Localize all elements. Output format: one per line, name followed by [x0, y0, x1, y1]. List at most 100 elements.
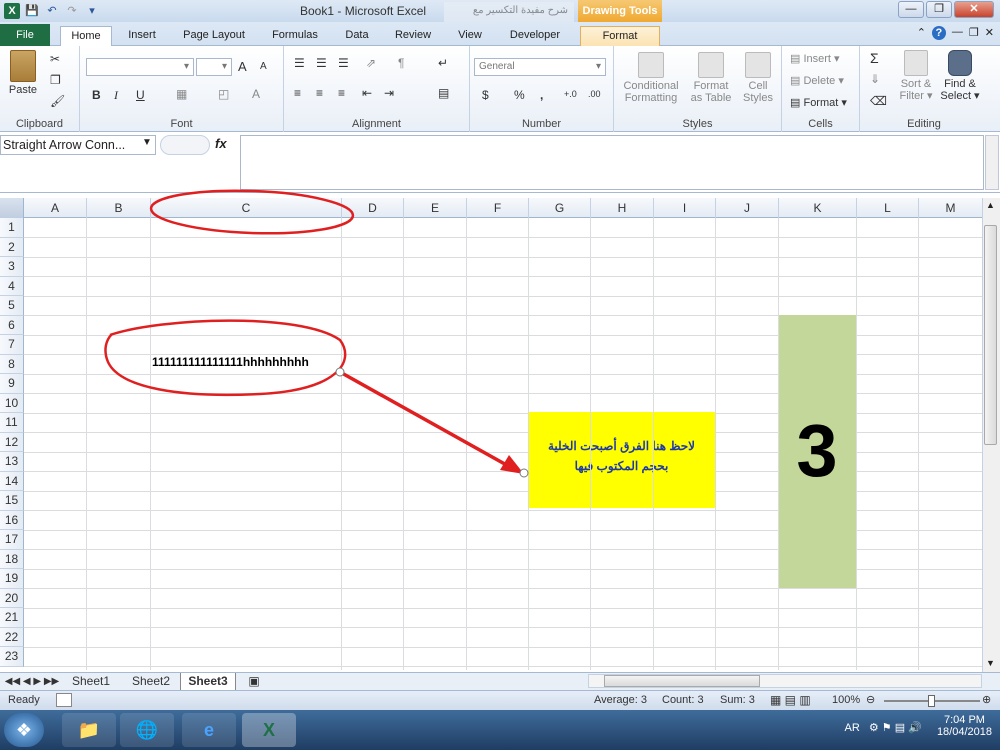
- tab-review[interactable]: Review: [390, 26, 436, 46]
- minimize-workbook-icon[interactable]: —: [952, 26, 963, 40]
- save-icon[interactable]: 💾: [24, 3, 40, 19]
- sheet-nav-buttons[interactable]: ◀◀ ◀ ▶ ▶▶: [4, 673, 60, 691]
- undo-icon[interactable]: ↶: [44, 3, 60, 19]
- excel-taskbar-icon[interactable]: X: [242, 713, 296, 747]
- fill-icon[interactable]: ⇓: [870, 72, 880, 86]
- cell-c8[interactable]: 111111111111111hhhhhhhhh: [152, 355, 309, 369]
- customize-qat-icon[interactable]: ▾: [84, 3, 100, 19]
- yellow-annotation-shape[interactable]: لاحظ هنا الفرق أصبحت الخلية بحجم المكتوب…: [528, 412, 715, 508]
- view-buttons[interactable]: ▦ ▤ ▥: [770, 693, 811, 707]
- text-direction-icon[interactable]: ¶: [398, 56, 404, 70]
- row-header-13[interactable]: 13: [0, 452, 24, 472]
- zoom-in-icon[interactable]: ⊕: [982, 693, 991, 706]
- clear-icon[interactable]: ⌫: [870, 94, 887, 108]
- row-header-6[interactable]: 6: [0, 315, 24, 335]
- tab-file[interactable]: File: [0, 24, 50, 46]
- collapse-ribbon-icon[interactable]: ⌃: [917, 26, 926, 40]
- font-name-combo[interactable]: ▾: [86, 58, 194, 76]
- language-indicator[interactable]: AR: [845, 722, 860, 734]
- row-header-17[interactable]: 17: [0, 530, 24, 550]
- new-sheet-icon[interactable]: ▣: [242, 673, 266, 691]
- underline-button[interactable]: U: [136, 88, 145, 102]
- fill-color-icon[interactable]: ◰: [218, 87, 229, 101]
- file-explorer-icon[interactable]: 📁: [62, 713, 116, 747]
- column-header-l[interactable]: L: [857, 198, 919, 218]
- row-header-22[interactable]: 22: [0, 627, 24, 647]
- column-header-f[interactable]: F: [467, 198, 529, 218]
- decrease-indent-icon[interactable]: ⇤: [362, 86, 372, 100]
- orientation-icon[interactable]: ⇗: [366, 56, 376, 70]
- restore-workbook-icon[interactable]: ❐: [969, 26, 979, 40]
- help-icon[interactable]: ?: [931, 26, 946, 40]
- start-button[interactable]: ❖: [4, 713, 44, 747]
- percent-button[interactable]: %: [514, 88, 525, 102]
- column-header-k[interactable]: K: [779, 198, 857, 218]
- column-header-g[interactable]: G: [529, 198, 591, 218]
- tab-page-layout[interactable]: Page Layout: [178, 26, 250, 46]
- column-header-h[interactable]: H: [591, 198, 654, 218]
- increase-decimal-button[interactable]: +.0: [564, 89, 577, 99]
- row-header-4[interactable]: 4: [0, 276, 24, 296]
- row-header-16[interactable]: 16: [0, 510, 24, 530]
- conditional-formatting-button[interactable]: Conditional Formatting: [618, 52, 684, 104]
- font-size-combo[interactable]: ▾: [196, 58, 232, 76]
- tab-format[interactable]: Format: [580, 26, 660, 46]
- macro-record-icon[interactable]: [56, 693, 72, 707]
- row-header-15[interactable]: 15: [0, 491, 24, 511]
- sheet-tab-sheet1[interactable]: Sheet1: [64, 673, 118, 691]
- column-header-i[interactable]: I: [654, 198, 716, 218]
- insert-function-button[interactable]: fx: [215, 136, 227, 151]
- delete-cells-button[interactable]: ▤ Delete ▾: [790, 74, 844, 87]
- close-workbook-icon[interactable]: ✕: [985, 26, 994, 40]
- currency-button[interactable]: $: [482, 88, 489, 102]
- row-header-5[interactable]: 5: [0, 296, 24, 316]
- cell-styles-button[interactable]: Cell Styles: [738, 52, 778, 104]
- column-header-e[interactable]: E: [404, 198, 467, 218]
- tray-icons[interactable]: ⚙ ⚑ ▤ 🔊: [869, 722, 922, 734]
- align-top-icon[interactable]: ☰: [294, 56, 305, 70]
- insert-cells-button[interactable]: ▤ Insert ▾: [790, 52, 840, 65]
- restore-button[interactable]: ❐: [926, 1, 952, 18]
- align-left-icon[interactable]: ≡: [294, 86, 301, 100]
- horizontal-scroll-thumb[interactable]: [604, 675, 760, 687]
- clock[interactable]: 7:04 PM 18/04/2018: [937, 714, 992, 738]
- row-header-18[interactable]: 18: [0, 549, 24, 569]
- tab-data[interactable]: Data: [337, 26, 377, 46]
- column-header-b[interactable]: B: [87, 198, 151, 218]
- shrink-font-button[interactable]: A: [260, 61, 267, 72]
- select-all-button[interactable]: [0, 198, 24, 218]
- zoom-out-icon[interactable]: ⊖: [866, 693, 875, 706]
- tab-developer[interactable]: Developer: [502, 26, 568, 46]
- increase-indent-icon[interactable]: ⇥: [384, 86, 394, 100]
- row-header-12[interactable]: 12: [0, 432, 24, 452]
- column-header-c[interactable]: C: [151, 198, 342, 218]
- column-header-m[interactable]: M: [919, 198, 982, 218]
- formula-input[interactable]: [240, 135, 984, 190]
- tab-formulas[interactable]: Formulas: [265, 26, 325, 46]
- row-header-1[interactable]: 1: [0, 218, 24, 238]
- cut-icon[interactable]: ✂: [50, 52, 60, 66]
- name-box[interactable]: Straight Arrow Conn...: [0, 135, 156, 155]
- autosum-button[interactable]: Σ: [870, 50, 879, 66]
- align-center-icon[interactable]: ≡: [316, 86, 323, 100]
- align-middle-icon[interactable]: ☰: [316, 56, 327, 70]
- excel-logo-icon[interactable]: X: [4, 3, 20, 19]
- borders-icon[interactable]: ▦: [176, 87, 187, 101]
- tab-view[interactable]: View: [450, 26, 490, 46]
- internet-explorer-icon[interactable]: e: [182, 713, 236, 747]
- row-header-9[interactable]: 9: [0, 374, 24, 394]
- zoom-slider-thumb[interactable]: [928, 695, 935, 707]
- row-header-10[interactable]: 10: [0, 393, 24, 413]
- redo-icon[interactable]: ↷: [64, 3, 80, 19]
- paste-button[interactable]: Paste: [6, 50, 40, 96]
- vertical-scroll-thumb[interactable]: [984, 225, 997, 445]
- wrap-text-icon[interactable]: ↵: [438, 56, 448, 70]
- green-number-shape[interactable]: 3: [778, 315, 856, 588]
- close-button[interactable]: ✕: [954, 1, 994, 18]
- decrease-decimal-button[interactable]: .00: [588, 89, 601, 99]
- sheet-tab-sheet3[interactable]: Sheet3: [180, 673, 236, 691]
- name-box-dropdown-icon[interactable]: ▼: [142, 137, 152, 148]
- align-bottom-icon[interactable]: ☰: [338, 56, 349, 70]
- worksheet-grid[interactable]: ABCDEFGHIJKLM 1 2 3 4 5 6 7 8 9 10 11 12 13 14 15 16 17 1…: [0, 198, 982, 670]
- format-cells-button[interactable]: ▤ Format ▾: [790, 96, 847, 109]
